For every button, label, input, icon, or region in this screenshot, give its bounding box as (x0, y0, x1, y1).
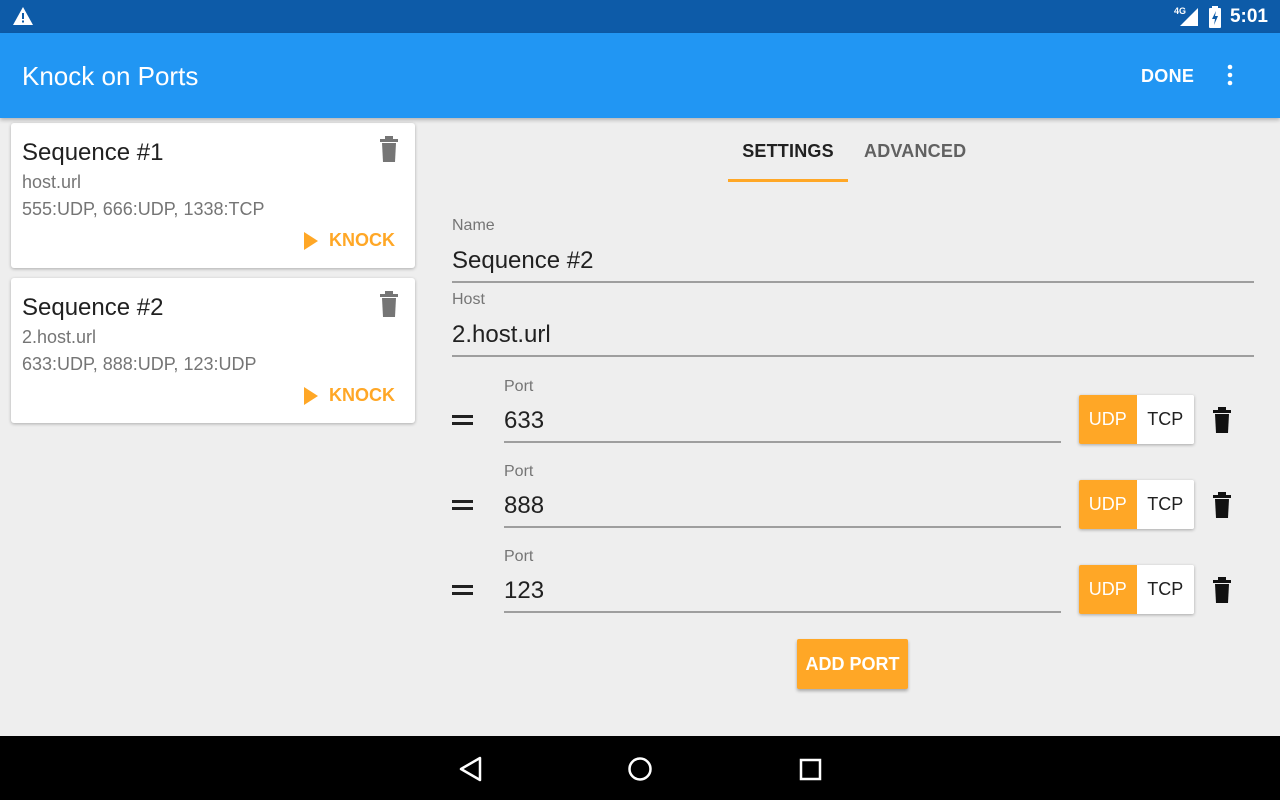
port-label: Port (504, 463, 534, 480)
sequence-ports: 555:UDP, 666:UDP, 1338:TCP (22, 199, 265, 219)
name-field: Name (452, 217, 1254, 283)
udp-option[interactable]: UDP (1079, 565, 1137, 614)
home-icon[interactable] (625, 754, 655, 784)
delete-icon[interactable] (377, 291, 401, 317)
warning-icon (13, 7, 33, 25)
port-input[interactable] (504, 577, 1061, 613)
udp-option[interactable]: UDP (1079, 480, 1137, 529)
play-icon (304, 386, 318, 405)
drag-handle-icon[interactable] (452, 583, 474, 599)
status-bar: 4G 5:01 (0, 0, 1280, 33)
battery-icon (1208, 5, 1221, 28)
host-field: Host (452, 291, 1254, 357)
port-input[interactable] (504, 407, 1061, 443)
add-port-button[interactable]: ADD PORT (797, 639, 908, 689)
port-input[interactable] (504, 492, 1061, 528)
port-field: Port (504, 463, 1061, 528)
sequence-title: Sequence #2 (22, 294, 164, 321)
delete-icon[interactable] (1212, 492, 1232, 518)
sequence-card[interactable]: Sequence #2 2.host.url 633:UDP, 888:UDP,… (11, 278, 415, 423)
protocol-toggle: UDP TCP (1079, 480, 1194, 529)
udp-option[interactable]: UDP (1079, 395, 1137, 444)
knock-button[interactable]: KNOCK (303, 385, 395, 406)
tcp-option[interactable]: TCP (1136, 565, 1194, 614)
host-label: Host (452, 291, 485, 308)
done-button[interactable]: DONE (1141, 66, 1194, 87)
sequence-host: host.url (22, 172, 82, 192)
more-vert-icon[interactable] (1218, 63, 1242, 87)
sequence-title: Sequence #1 (22, 139, 164, 166)
delete-icon[interactable] (1212, 407, 1232, 433)
recents-icon[interactable] (795, 754, 825, 784)
play-icon (304, 231, 318, 250)
drag-handle-icon[interactable] (452, 413, 474, 429)
protocol-toggle: UDP TCP (1079, 565, 1194, 614)
signal-icon: 4G (1174, 6, 1200, 28)
port-label: Port (504, 378, 534, 395)
drag-handle-icon[interactable] (452, 498, 474, 514)
tcp-option[interactable]: TCP (1136, 480, 1194, 529)
back-icon[interactable] (456, 754, 486, 784)
app-bar: Knock on Ports DONE (0, 33, 1280, 118)
tab-bar: SETTINGS ADVANCED (728, 128, 982, 182)
tcp-option[interactable]: TCP (1136, 395, 1194, 444)
host-input[interactable] (452, 321, 1254, 357)
navigation-bar (0, 736, 1280, 800)
delete-icon[interactable] (377, 136, 401, 162)
sequence-card[interactable]: Sequence #1 host.url 555:UDP, 666:UDP, 1… (11, 123, 415, 268)
port-field: Port (504, 548, 1061, 613)
tab-settings[interactable]: SETTINGS (728, 128, 848, 182)
port-label: Port (504, 548, 534, 565)
app-title: Knock on Ports (22, 61, 199, 91)
port-field: Port (504, 378, 1061, 443)
tab-advanced[interactable]: ADVANCED (848, 128, 982, 182)
knock-label: KNOCK (329, 385, 395, 405)
sequence-host: 2.host.url (22, 327, 97, 347)
name-label: Name (452, 217, 495, 234)
clock: 5:01 (1229, 5, 1268, 27)
knock-button[interactable]: KNOCK (303, 230, 395, 251)
name-input[interactable] (452, 247, 1254, 283)
sequence-ports: 633:UDP, 888:UDP, 123:UDP (22, 354, 257, 374)
delete-icon[interactable] (1212, 577, 1232, 603)
protocol-toggle: UDP TCP (1079, 395, 1194, 444)
knock-label: KNOCK (329, 230, 395, 250)
